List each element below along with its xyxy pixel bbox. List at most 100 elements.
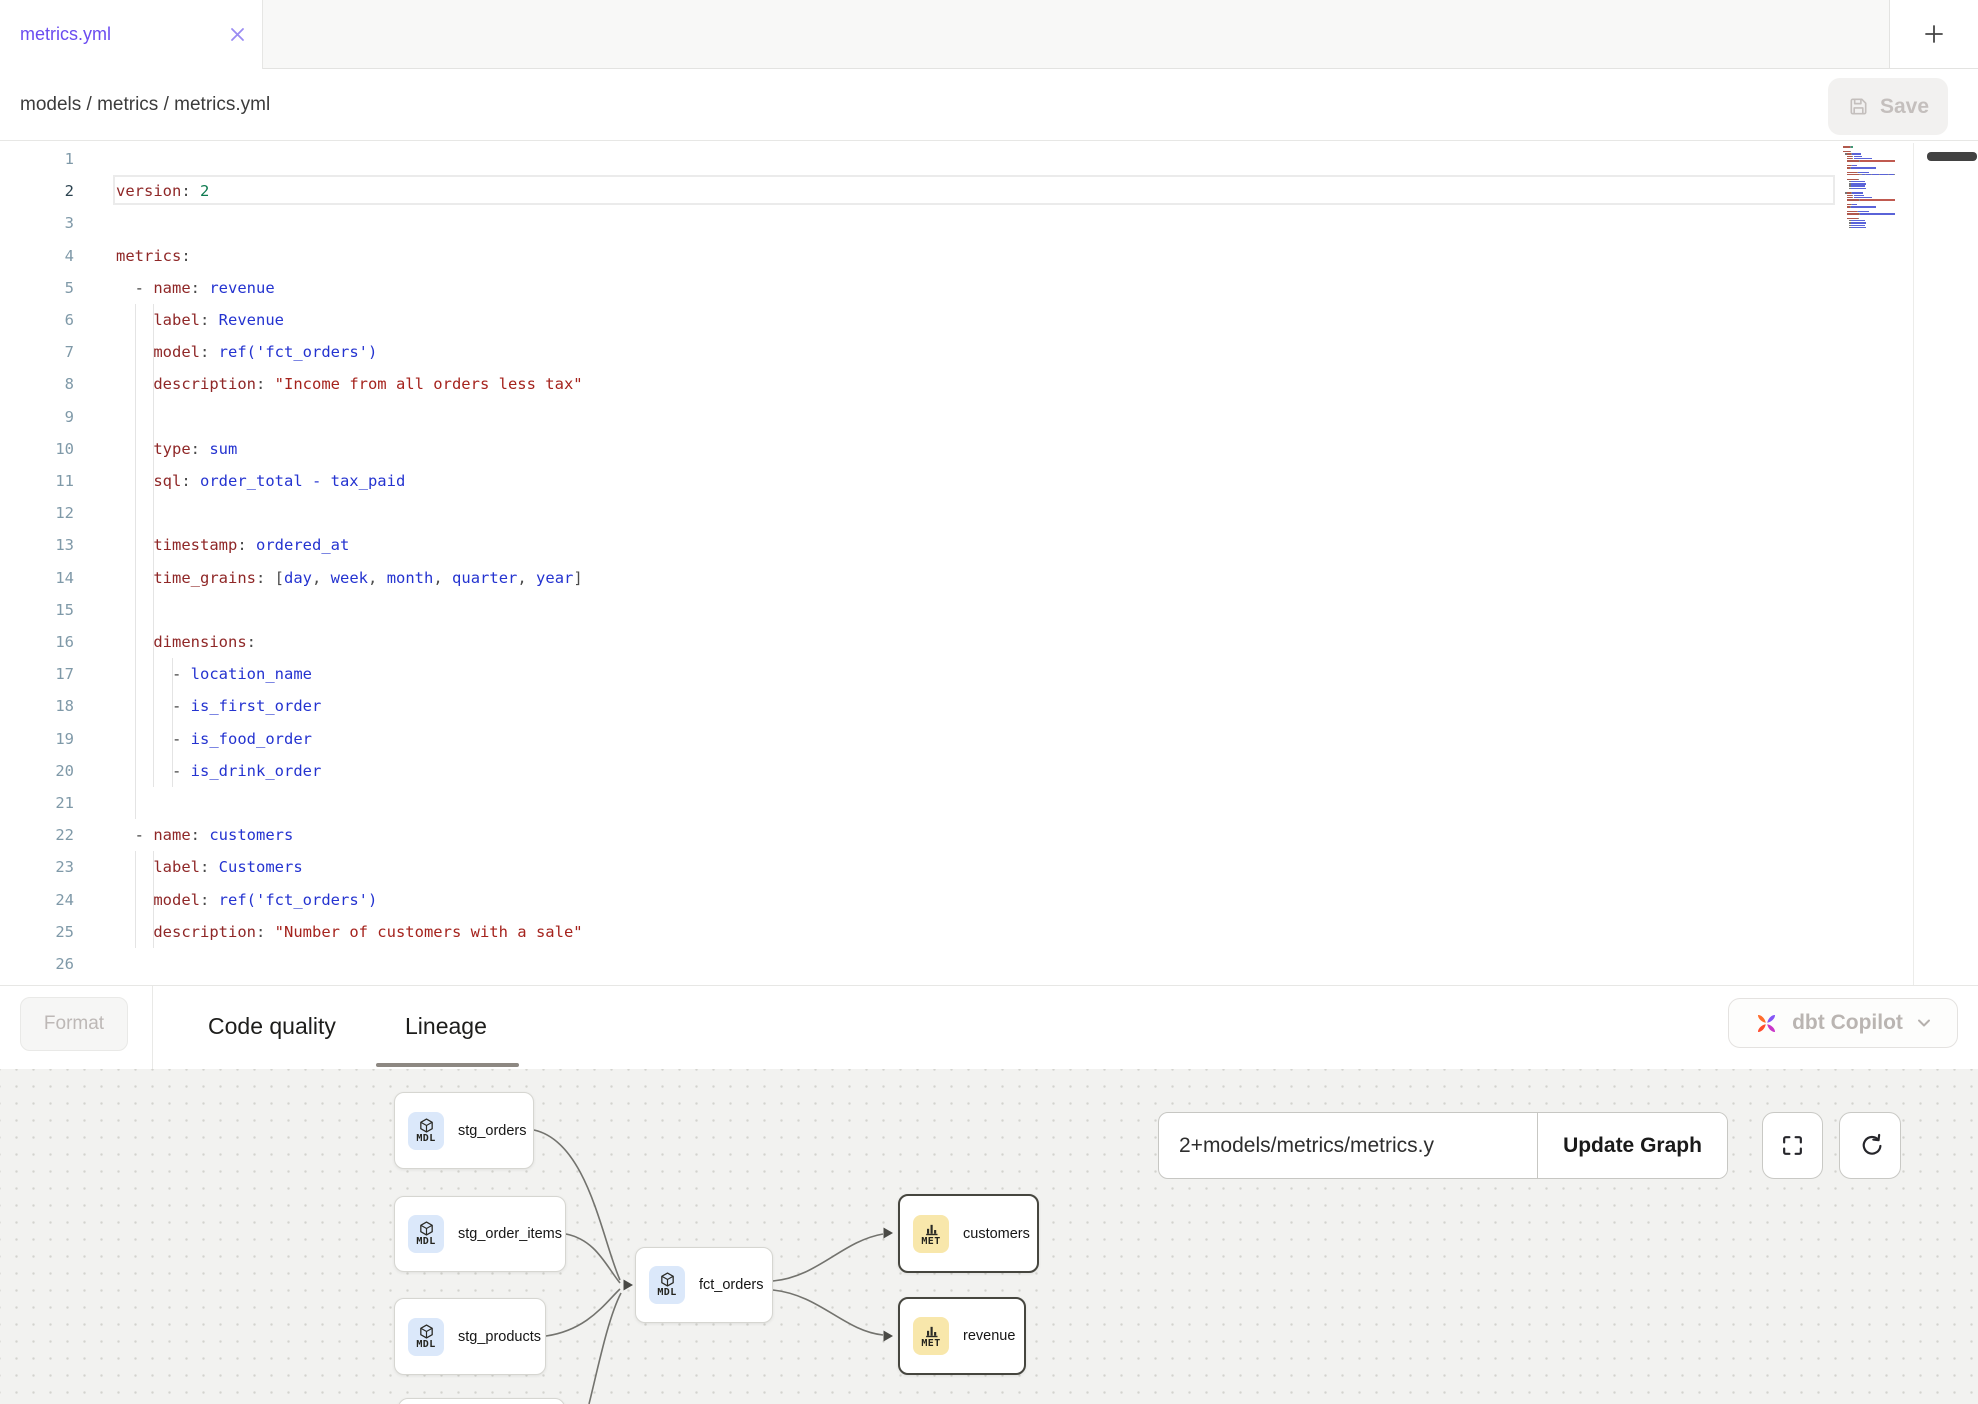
lineage-edge-hidden_model-fct_orders [589,1293,621,1404]
code-line: - is_drink_order [116,755,321,787]
fullscreen-icon [1780,1133,1805,1158]
line-number: 1 [0,143,74,175]
node-label: customers [963,1226,1030,1242]
model-cube-icon: MDL [408,1318,444,1356]
update-graph-button[interactable]: Update Graph [1538,1113,1727,1178]
model-cube-icon: MDL [408,1215,444,1253]
code-line: timestamp: ordered_at [116,529,349,561]
line-number: 24 [0,884,74,916]
line-number: 13 [0,529,74,561]
model-cube-icon: MDL [408,1112,444,1150]
lineage-node-fct_orders[interactable]: MDL fct_orders [635,1247,773,1323]
save-label: Save [1880,95,1929,119]
dbt-copilot-label: dbt Copilot [1792,1011,1903,1035]
node-label: fct_orders [699,1277,763,1293]
code-line: - name: customers [116,819,293,851]
tab-metrics-yml[interactable]: metrics.yml [0,0,263,69]
ide-window: metrics.yml models / metrics / metrics.y… [0,0,1978,1404]
refresh-button[interactable] [1839,1112,1901,1179]
code-line: version: 2 [116,175,209,207]
line-number: 5 [0,272,74,304]
line-number: 15 [0,594,74,626]
line-number: 12 [0,497,74,529]
code-line: label: Revenue [116,304,284,336]
lineage-edge-stg_products-fct_orders [546,1289,620,1336]
code-line: time_grains: [day, week, month, quarter,… [116,562,583,594]
line-number: 3 [0,207,74,239]
refresh-icon [1858,1133,1883,1158]
lineage-node-stg_order_items[interactable]: MDL stg_order_items [394,1196,566,1272]
line-number: 21 [0,787,74,819]
line-number: 22 [0,819,74,851]
line-number: 4 [0,240,74,272]
edge-arrowhead [884,1331,894,1342]
node-label: stg_order_items [458,1226,562,1242]
breadcrumb: models / metrics / metrics.yml [20,69,270,140]
lineage-node-revenue[interactable]: MET revenue [898,1297,1026,1375]
code-line: sql: order_total - tax_paid [116,465,405,497]
edge-arrowhead [884,1228,894,1239]
code-line: description: "Number of customers with a… [116,916,583,948]
line-number: 7 [0,336,74,368]
code-line: model: ref('fct_orders') [116,884,377,916]
fullscreen-button[interactable] [1762,1112,1823,1179]
code-line: model: ref('fct_orders') [116,336,377,368]
lineage-canvas[interactable]: MDL stg_orders MDL stg_order_items MDL stg_pr… [0,1069,1978,1404]
save-button[interactable]: Save [1828,78,1948,135]
tab-title: metrics.yml [20,24,226,45]
lineage-node-stg_products[interactable]: MDL stg_products [394,1298,546,1375]
minimap-divider [1913,143,1914,985]
code-line: - is_food_order [116,723,312,755]
tab-code-quality[interactable]: Code quality [208,986,336,1066]
line-number: 25 [0,916,74,948]
code-line: label: Customers [116,851,303,883]
chevron-down-icon [1915,1014,1933,1032]
lineage-node-customers[interactable]: MET customers [898,1194,1039,1273]
toolbar-divider [152,986,153,1069]
lineage-edge-fct_orders-revenue [773,1290,883,1335]
code-line: metrics: [116,240,191,272]
scrollbar-thumb[interactable] [1927,152,1977,161]
code-editor[interactable]: 1234567891011121314151617181920212223242… [0,140,1978,986]
line-number: 26 [0,948,74,980]
model-cube-icon: MDL [649,1266,685,1304]
line-number: 16 [0,626,74,658]
code-line: - name: revenue [116,272,275,304]
breadcrumb-row: models / metrics / metrics.yml Save [0,69,1978,140]
lineage-node-hidden_model[interactable]: MDL [398,1398,565,1404]
code-line: - is_first_order [116,690,321,722]
lineage-selector-group: 2+models/metrics/metrics.y Update Graph [1158,1112,1728,1179]
lineage-edge-fct_orders-customers [773,1234,883,1281]
edge-arrowhead [624,1280,634,1291]
node-label: stg_products [458,1329,541,1345]
floppy-disk-icon [1847,95,1870,118]
tab-strip [263,0,1889,69]
dbt-copilot-icon [1753,1010,1780,1037]
tab-lineage[interactable]: Lineage [405,986,487,1066]
metric-chart-icon: MET [913,1215,949,1253]
line-number: 10 [0,433,74,465]
metric-chart-icon: MET [913,1317,949,1355]
dbt-copilot-button[interactable]: dbt Copilot [1728,998,1958,1048]
line-number: 19 [0,723,74,755]
line-number: 9 [0,401,74,433]
new-tab-button[interactable] [1889,0,1978,69]
lineage-node-stg_orders[interactable]: MDL stg_orders [394,1092,534,1169]
line-number: 11 [0,465,74,497]
line-number: 2 [0,175,74,207]
format-button[interactable]: Format [20,997,128,1051]
close-icon[interactable] [226,24,248,46]
bottom-toolbar: Format Code quality Lineage dbt Copilot [0,985,1978,1069]
line-number: 17 [0,658,74,690]
line-number: 8 [0,368,74,400]
tab-bar: metrics.yml [0,0,1978,69]
line-number: 20 [0,755,74,787]
current-line-highlight [113,175,1835,205]
node-label: revenue [963,1328,1015,1344]
node-label: stg_orders [458,1123,527,1139]
lineage-selector-input[interactable]: 2+models/metrics/metrics.y [1159,1113,1538,1178]
code-line: dimensions: [116,626,256,658]
active-tab-underline [376,1063,519,1067]
plus-icon [1923,23,1945,45]
code-line: type: sum [116,433,237,465]
